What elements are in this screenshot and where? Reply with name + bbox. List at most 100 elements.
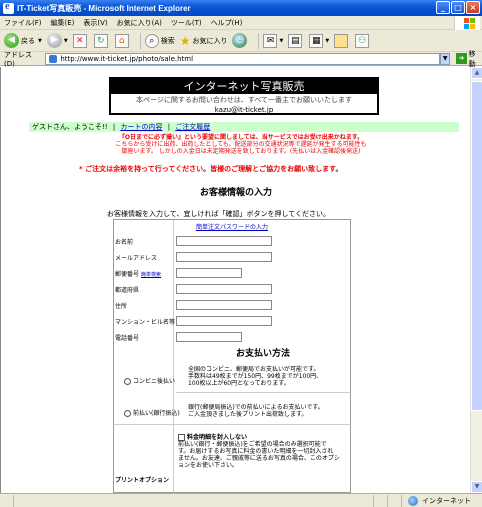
search-icon: ⌕ — [144, 33, 159, 48]
minimize-button[interactable]: _ — [436, 1, 450, 14]
prefecture-input[interactable] — [176, 284, 272, 294]
pay-bank-option[interactable]: 前払い(銀行振込) — [124, 408, 180, 417]
building-input[interactable] — [176, 316, 272, 326]
mail-icon: ✉ — [263, 33, 278, 48]
no-invoice-checkbox[interactable] — [178, 434, 185, 441]
maximize-button[interactable]: □ — [451, 1, 465, 14]
email-label: メールアドレス — [115, 255, 158, 262]
history-icon: ◷ — [232, 33, 248, 48]
window-titlebar: IT-Ticket写真販売 - Microsoft Internet Explo… — [0, 0, 482, 16]
page-status-icon — [0, 494, 14, 507]
status-bar: インターネット — [0, 493, 482, 507]
address-label: アドレス(D) — [4, 50, 32, 68]
email-input[interactable] — [176, 252, 272, 262]
refresh-button[interactable]: ↻ — [93, 33, 110, 48]
menu-bar: ファイル(F) 編集(E) 表示(V) お気に入り(A) ツール(T) ヘルプ(… — [0, 16, 482, 30]
customer-info-heading: お客様情報の入力 — [199, 188, 272, 198]
stop-icon: ✕ — [72, 33, 87, 48]
security-zone: インターネット — [408, 495, 471, 506]
address-bar: アドレス(D) http://www.it-ticket.jp/photo/sa… — [0, 49, 482, 69]
page-content: インターネット写真販売 本ページに関するお問い合わせは、すべて一番主でお願いいた… — [0, 67, 470, 493]
print-option-label: プリントオプション — [115, 477, 170, 484]
discuss-button[interactable] — [334, 33, 350, 48]
building-label: マンション・ビル名等 — [115, 319, 176, 326]
forward-arrow-icon: ▶ — [46, 33, 62, 48]
intro-text: お客様情報を入力して、宜しければ「確認」ボタンを押してください。 — [107, 210, 331, 218]
windows-logo-icon — [454, 16, 480, 30]
stop-button[interactable]: ✕ — [72, 33, 89, 48]
globe-icon — [408, 495, 418, 506]
prefecture-label: 都道府県 — [115, 287, 140, 294]
favorites-button[interactable]: ★ お気に入り — [180, 34, 228, 48]
search-button[interactable]: ⌕ 検索 — [144, 33, 175, 48]
refresh-icon: ↻ — [93, 33, 108, 48]
edit-button[interactable]: ▦ ▼ — [309, 33, 329, 48]
menu-favorites[interactable]: お気に入り(A) — [117, 18, 162, 28]
no-invoice-description: 前払い(銀行・郵便振込)をご希望の場合のみ選択可能で す。お届けするお写真に料金… — [178, 441, 340, 469]
greeting-bar: ゲストさん、ようこそ!! | カートの内容 | ご注文履歴 — [29, 122, 459, 132]
phone-input[interactable] — [176, 332, 242, 342]
scroll-thumb[interactable] — [471, 81, 482, 411]
banner-note: 本ページに関するお問い合わせは、すべて一番主でお願いいたします — [135, 96, 353, 104]
no-invoice-option[interactable]: 料金明細を封入しない — [178, 432, 247, 441]
back-label: 戻る — [21, 36, 35, 45]
messenger-icon: ⚇ — [355, 33, 370, 48]
menu-help[interactable]: ヘルプ(H) — [211, 18, 243, 28]
menu-view[interactable]: 表示(V) — [83, 18, 107, 28]
folder-icon — [334, 33, 349, 48]
address-input[interactable]: http://www.it-ticket.jp/photo/sale.html — [45, 52, 441, 65]
postal-code-label: 郵便番号 簡単検索 — [115, 271, 162, 278]
name-input[interactable] — [176, 236, 272, 246]
menu-file[interactable]: ファイル(F) — [4, 18, 42, 28]
close-button[interactable]: × — [466, 1, 480, 14]
greeting-text: ゲストさん、ようこそ!! — [32, 123, 108, 131]
notice-line-3: 御座います。 しかしの入金日は未定期発送を致しております。(先払いは入金確認後発… — [121, 148, 361, 155]
notice-line-2: こちらから受けに出荷、出荷したとしても、配送部分の交通状況等で遅延が発生する可能… — [115, 141, 367, 148]
scroll-down-icon[interactable]: ▼ — [471, 481, 482, 493]
address-dropdown-icon[interactable]: ▼ — [440, 52, 451, 65]
back-button[interactable]: ◀ 戻る ▼ — [4, 33, 42, 48]
payment-heading: お支払い方法 — [235, 349, 290, 359]
vertical-scrollbar[interactable]: ▲ ▼ — [470, 67, 482, 493]
banner-title: インターネット写真販売 — [111, 79, 377, 94]
pay-convenience-option[interactable]: コンビニ後払い — [124, 376, 175, 385]
mail-button[interactable]: ✉ ▼ — [263, 33, 283, 48]
back-arrow-icon: ◀ — [4, 33, 19, 48]
quick-password-link[interactable]: 簡単注文パスワードの入力 — [196, 224, 268, 231]
search-label: 検索 — [160, 36, 175, 45]
menu-edit[interactable]: 編集(E) — [51, 18, 75, 28]
home-icon: ⌂ — [114, 33, 129, 48]
name-label: お名前 — [115, 239, 134, 246]
phone-label: 電話番号 — [115, 335, 140, 342]
messenger-button[interactable]: ⚇ — [355, 33, 371, 48]
home-button[interactable]: ⌂ — [114, 33, 131, 48]
postal-code-input[interactable] — [176, 268, 242, 278]
favorites-label: お気に入り — [192, 36, 228, 45]
address-label-field: 住所 — [115, 303, 128, 310]
toolbar: ◀ 戻る ▼ ▶ ▼ ✕ ↻ ⌂ ⌕ 検索 ★ お気に入り ◷ ✉ ▼ ▤ ▦ ▼ … — [0, 30, 482, 52]
go-arrow-icon: ➜ — [456, 53, 467, 64]
banner-email: kazu@it-ticket.jp — [214, 106, 274, 114]
zone-label: インターネット — [422, 496, 471, 505]
notice-line-1: 『O日までに必ず撮い』という要望に関しましては、当サービスではお受け出来かねます… — [118, 134, 364, 141]
cart-link[interactable]: カートの内容 — [120, 123, 162, 131]
print-button[interactable]: ▤ — [288, 33, 304, 48]
forward-button[interactable]: ▶ ▼ — [46, 33, 68, 48]
edit-icon: ▦ — [309, 33, 324, 48]
bank-radio[interactable] — [124, 410, 131, 417]
convenience-radio[interactable] — [124, 378, 131, 385]
history-link[interactable]: ご注文履歴 — [175, 123, 210, 131]
scroll-up-icon[interactable]: ▲ — [471, 67, 482, 79]
ie-icon — [3, 1, 14, 14]
convenience-description: 全国のコンビニ、郵便局でお支払いが可能です。 手数料は49枚までが150円、99… — [188, 366, 323, 387]
bank-description: 銀行(郵便局振込)での前払いによるお支払いです。 ご入金頂きました後プリント出荷… — [188, 404, 324, 418]
street-address-input[interactable] — [176, 300, 272, 310]
window-title: IT-Ticket写真販売 - Microsoft Internet Explo… — [17, 3, 191, 13]
customer-form: 簡単注文パスワードの入力 お名前 メールアドレス 郵便番号 簡単検索 都道府県 住… — [113, 219, 351, 493]
postal-search-link[interactable]: 簡単検索 — [141, 272, 161, 278]
order-notice: * ご注文は余裕を持って行ってください。皆様のご理解とご協力をお願い致します。 — [79, 165, 343, 173]
go-button[interactable]: ➜ 移動 — [456, 49, 482, 69]
star-icon: ★ — [179, 33, 191, 48]
menu-tools[interactable]: ツール(T) — [171, 18, 202, 28]
history-button[interactable]: ◷ — [232, 33, 249, 48]
